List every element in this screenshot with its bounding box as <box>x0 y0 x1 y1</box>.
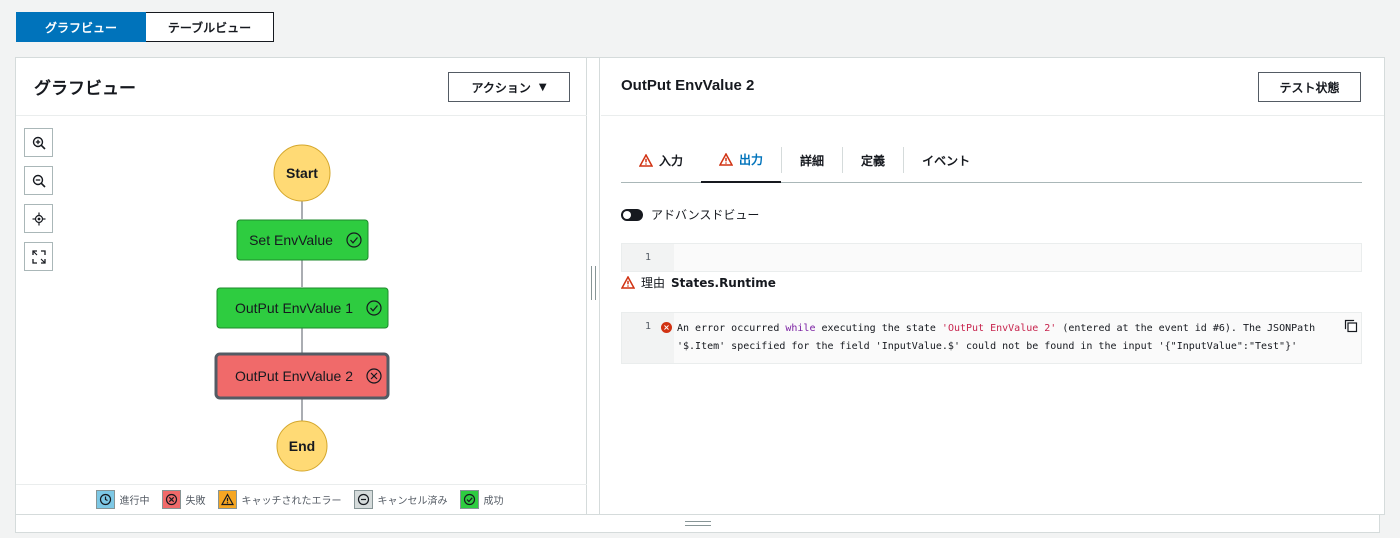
svg-text:OutPut EnvValue 2: OutPut EnvValue 2 <box>235 368 353 384</box>
error-x-icon: × <box>661 322 672 333</box>
error-reason: 理由 States.Runtime <box>621 274 776 291</box>
graph-panel-title: グラフビュー <box>34 79 136 98</box>
legend-caught-error: キャッチされたエラー <box>217 490 342 509</box>
legend-cancelled: キャンセル済み <box>353 490 448 509</box>
graph-panel: グラフビュー アクション ▼ Start Set EnvValue OutPut… <box>16 58 587 514</box>
warning-icon <box>217 490 237 509</box>
tab-definition[interactable]: 定義 <box>843 138 903 182</box>
resize-grip-icon <box>591 266 596 300</box>
detail-tabs: 入力 出力 詳細 定義 イベント <box>621 138 1362 183</box>
node-output-envvalue-1[interactable]: OutPut EnvValue 1 <box>216 287 389 329</box>
tab-input[interactable]: 入力 <box>621 138 701 182</box>
svg-text:OutPut EnvValue 1: OutPut EnvValue 1 <box>235 300 353 316</box>
state-detail-header: OutPut EnvValue 2 テスト状態 <box>601 58 1384 116</box>
node-output-envvalue-2[interactable]: OutPut EnvValue 2 <box>214 352 390 400</box>
svg-text:Start: Start <box>286 165 318 181</box>
svg-text:Set EnvValue: Set EnvValue <box>249 232 333 248</box>
clock-icon <box>95 490 115 509</box>
output-code-editor[interactable]: 1 <box>621 243 1362 272</box>
svg-text:End: End <box>289 438 315 454</box>
tab-events[interactable]: イベント <box>904 138 988 182</box>
action-button[interactable]: アクション ▼ <box>448 72 570 102</box>
advanced-view-label: アドバンスドビュー <box>651 208 760 222</box>
toggle-switch[interactable] <box>621 208 643 221</box>
panel-resize-handle[interactable] <box>588 58 600 514</box>
node-end[interactable]: End <box>276 420 328 472</box>
status-legend: 進行中 失敗 キャッチされたエラー キャンセル済み 成功 <box>16 484 587 514</box>
resize-grip-icon <box>684 521 711 526</box>
warning-icon <box>719 152 734 166</box>
reason-label: 理由 <box>641 276 666 290</box>
state-detail-panel: OutPut EnvValue 2 テスト状態 入力 出力 詳細 定義 イベント… <box>601 58 1384 514</box>
tab-output[interactable]: 出力 <box>701 138 782 183</box>
advanced-view-toggle[interactable]: アドバンスドビュー <box>621 206 759 223</box>
reason-value: States.Runtime <box>671 275 776 290</box>
legend-failed: 失敗 <box>161 490 206 509</box>
warning-icon <box>639 153 653 167</box>
failed-x-icon <box>161 490 181 509</box>
legend-succeeded: 成功 <box>459 490 504 509</box>
minus-circle-icon <box>353 490 373 509</box>
graph-panel-header: グラフビュー アクション ▼ <box>16 58 587 116</box>
test-state-button[interactable]: テスト状態 <box>1258 72 1361 102</box>
action-label: アクション <box>471 80 531 95</box>
line-number: 1 <box>622 244 674 271</box>
legend-in-progress: 進行中 <box>95 490 150 509</box>
copy-icon[interactable] <box>1344 319 1358 333</box>
caret-down-icon: ▼ <box>538 81 547 93</box>
state-graph: Start Set EnvValue OutPut EnvValue 1 Out… <box>214 144 390 472</box>
warning-icon <box>621 276 635 289</box>
node-set-envvalue[interactable]: Set EnvValue <box>236 219 369 261</box>
tab-details[interactable]: 詳細 <box>782 138 842 182</box>
graph-view-button[interactable]: グラフビュー <box>16 12 146 42</box>
line-number: 1 <box>622 313 674 363</box>
state-title: OutPut EnvValue 2 <box>621 77 755 94</box>
main-container: グラフビュー アクション ▼ Start Set EnvValue OutPut… <box>15 57 1385 515</box>
node-start[interactable]: Start <box>273 144 331 202</box>
bottom-resize-handle[interactable] <box>15 514 1380 533</box>
table-view-button[interactable]: テーブルビュー <box>146 12 274 42</box>
error-message: An error occurred while executing the st… <box>677 323 1316 352</box>
error-cause-editor[interactable]: 1 × An error occurred while executing th… <box>621 312 1362 364</box>
success-check-icon <box>459 490 479 509</box>
view-toggle: グラフビュー テーブルビュー <box>16 12 274 42</box>
